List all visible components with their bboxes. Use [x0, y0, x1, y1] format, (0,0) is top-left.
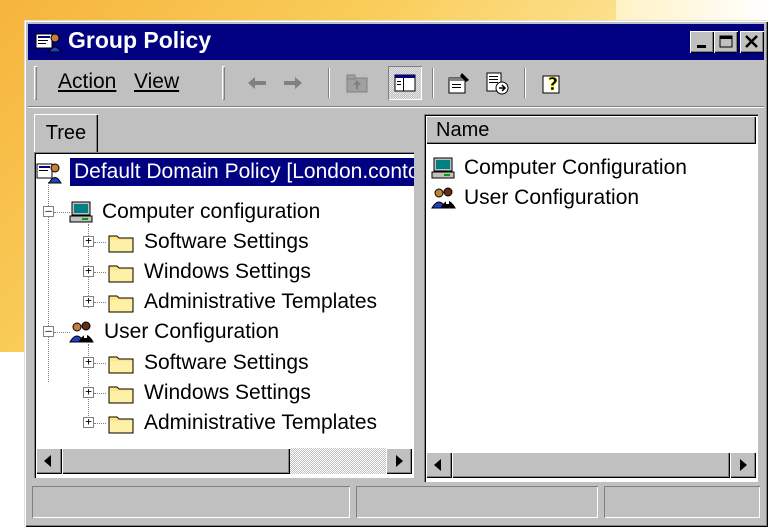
tree-item-windows-settings[interactable]: + Windows Settings [36, 379, 412, 407]
show-hide-tree-button[interactable] [388, 66, 422, 100]
arrow-right-icon [740, 459, 747, 471]
expand-toggle[interactable]: + [83, 235, 94, 247]
scroll-left-button[interactable] [36, 448, 62, 474]
menu-action[interactable]: Action [58, 70, 116, 94]
folder-icon [108, 265, 134, 283]
toolbar-grip[interactable] [222, 66, 225, 100]
title-bar[interactable]: Group Policy [28, 24, 764, 60]
export-list-icon[interactable] [484, 70, 510, 96]
list-item-user-configuration[interactable]: User Configuration [430, 184, 750, 212]
tree-item-label: Software Settings [144, 351, 309, 374]
status-panel-2 [356, 486, 598, 518]
scroll-left-button[interactable] [426, 452, 452, 478]
tree-item-label: Administrative Templates [144, 290, 378, 313]
computer-icon [69, 201, 93, 223]
status-panel-1 [32, 486, 350, 518]
list-item-computer-configuration[interactable]: Computer Configuration [430, 154, 750, 182]
status-panel-3 [604, 486, 760, 518]
arrow-right-icon [396, 455, 403, 467]
show-hide-tree-icon [394, 74, 416, 92]
column-header-name[interactable]: Name [426, 116, 756, 144]
tree-item-label: Windows Settings [144, 260, 311, 283]
scroll-right-button[interactable] [730, 452, 756, 478]
svg-text:?: ? [548, 74, 558, 95]
properties-icon[interactable] [446, 70, 472, 96]
up-folder-icon[interactable] [344, 70, 370, 96]
folder-icon [108, 386, 134, 404]
tree-item-administrative-templates[interactable]: + Administrative Templates [36, 288, 412, 316]
tree-item-label: User Configuration [104, 320, 280, 343]
menu-view[interactable]: View [134, 70, 179, 94]
column-header-label: Name [436, 119, 490, 141]
slide-background-strip [616, 0, 768, 20]
status-bar [32, 486, 760, 518]
tree-item-label: Windows Settings [144, 381, 311, 404]
tree-item-label: Administrative Templates [144, 411, 378, 434]
list-item-label: Computer Configuration [464, 156, 687, 179]
toolbar-separator-2 [432, 68, 434, 98]
toolbar-separator-1 [328, 68, 330, 98]
toolbar-divider-light [28, 107, 764, 108]
tree-horizontal-scrollbar[interactable] [36, 448, 412, 474]
folder-icon [108, 416, 134, 434]
users-icon [69, 321, 94, 343]
window-title: Group Policy [68, 27, 212, 53]
expand-toggle[interactable]: + [83, 265, 94, 277]
group-policy-window: Group Policy Action View ? Tree Default … [24, 20, 768, 527]
close-button[interactable] [740, 31, 764, 53]
forward-arrow-icon[interactable] [280, 70, 306, 96]
help-icon[interactable]: ? [540, 70, 566, 96]
arrow-left-icon [434, 459, 441, 471]
expand-toggle[interactable]: + [83, 295, 94, 307]
minimize-icon [697, 45, 706, 48]
back-arrow-icon[interactable] [244, 70, 270, 96]
tree-item-windows-settings[interactable]: + Windows Settings [36, 258, 412, 286]
tree-view[interactable]: Default Domain Policy [London.conto – Co… [34, 152, 414, 478]
minimize-button[interactable] [690, 31, 714, 53]
menu-action-label: Action [58, 70, 117, 93]
tab-tree-label: Tree [45, 122, 87, 144]
expand-toggle[interactable]: + [83, 416, 94, 428]
folder-icon [108, 295, 134, 313]
folder-icon [108, 235, 134, 253]
tree-item-label: Software Settings [144, 230, 309, 253]
toolbar: Action View ? [28, 62, 764, 104]
tab-tree[interactable]: Tree [34, 114, 98, 152]
group-policy-icon [35, 33, 62, 53]
tree-item-user-configuration[interactable]: – User Configuration [36, 318, 412, 346]
scroll-thumb[interactable] [452, 452, 730, 478]
group-policy-icon [36, 163, 62, 184]
expand-toggle[interactable]: + [83, 386, 94, 398]
tree-item-software-settings[interactable]: + Software Settings [36, 228, 412, 256]
tree-item-computer-configuration[interactable]: – Computer configuration [36, 198, 412, 226]
folder-icon [108, 356, 134, 374]
tree-item-software-settings[interactable]: + Software Settings [36, 349, 412, 377]
users-icon [431, 187, 456, 209]
tree-root-label: Default Domain Policy [London.conto [70, 158, 414, 186]
maximize-icon [719, 35, 733, 48]
tree-pane: Tree Default Domain Policy [London.conto… [34, 114, 414, 482]
menu-view-label: View [134, 70, 180, 93]
list-horizontal-scrollbar[interactable] [426, 452, 756, 478]
close-icon [745, 35, 758, 48]
arrow-left-icon [44, 455, 51, 467]
scroll-right-button[interactable] [386, 448, 412, 474]
expand-toggle[interactable]: + [83, 356, 94, 368]
list-pane[interactable]: Name Computer Configuration User Configu… [424, 114, 758, 482]
collapse-toggle[interactable]: – [43, 205, 54, 217]
scroll-thumb[interactable] [62, 448, 290, 474]
tree-item-administrative-templates[interactable]: + Administrative Templates [36, 409, 412, 437]
toolbar-separator-3 [524, 68, 526, 98]
maximize-button[interactable] [714, 31, 738, 53]
list-item-label: User Configuration [464, 186, 640, 209]
collapse-toggle[interactable]: – [43, 325, 54, 337]
menu-grip[interactable] [34, 66, 37, 100]
tree-item-label: Computer configuration [102, 200, 321, 223]
computer-icon [431, 157, 455, 179]
tree-item-root[interactable]: Default Domain Policy [London.conto [36, 158, 414, 186]
